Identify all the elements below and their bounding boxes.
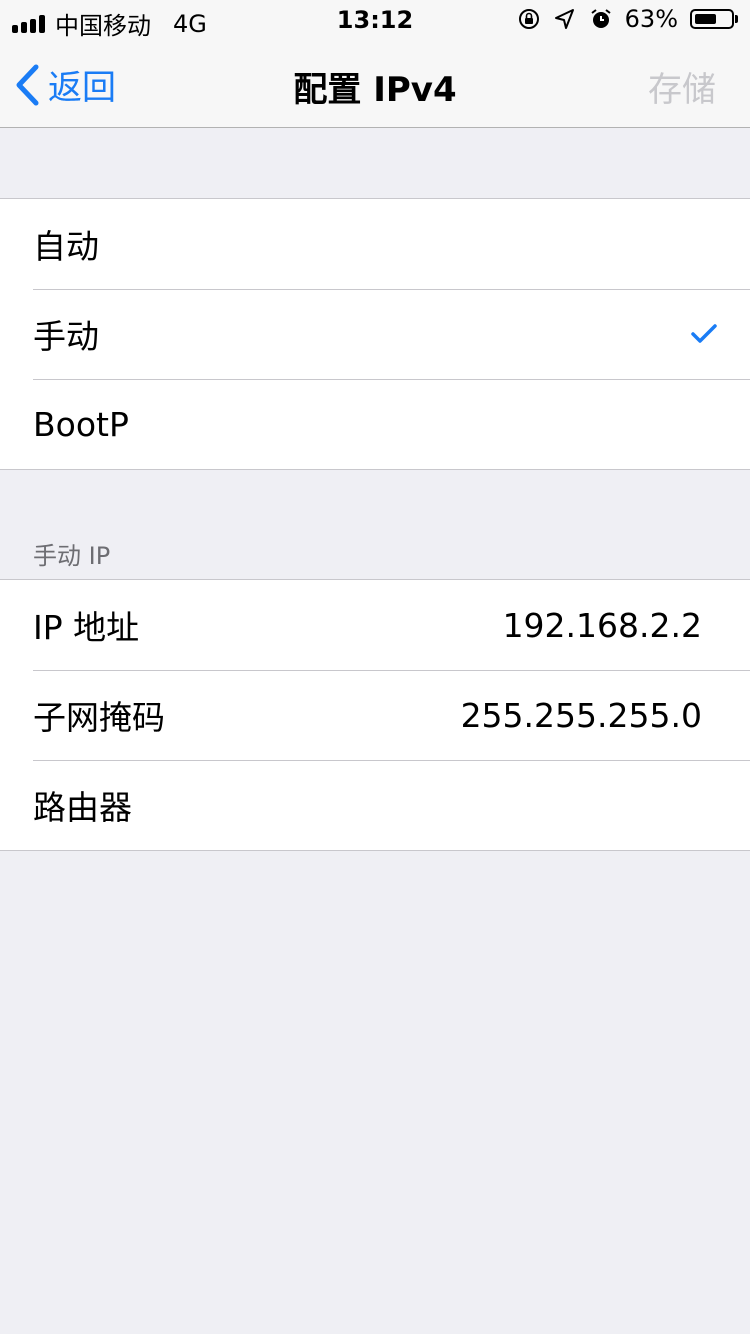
status-bar: 中国移动 4G 13:12 63% <box>0 0 750 40</box>
battery-icon <box>690 9 738 29</box>
location-icon <box>554 9 574 29</box>
option-label: BootP <box>33 404 129 444</box>
config-options-list: 自动 手动 BootP <box>0 198 750 470</box>
option-label: 手动 <box>33 317 99 356</box>
option-manual[interactable]: 手动 <box>0 289 750 379</box>
field-label: 子网掩码 <box>33 698 165 737</box>
field-label: 路由器 <box>33 788 132 827</box>
navigation-bar: 返回 配置 IPv4 存储 <box>0 40 750 128</box>
ip-address-row[interactable]: IP 地址 192.168.2.2 <box>0 580 750 670</box>
checkmark-icon <box>691 324 717 343</box>
option-auto[interactable]: 自动 <box>0 199 750 289</box>
rotation-lock-icon <box>518 9 539 29</box>
manual-ip-list: IP 地址 192.168.2.2 子网掩码 255.255.255.0 路由器 <box>0 579 750 851</box>
save-button[interactable]: 存储 <box>648 62 716 111</box>
router-row[interactable]: 路由器 <box>0 760 750 850</box>
field-label: IP 地址 <box>33 608 140 647</box>
battery-percent: 63% <box>624 5 678 33</box>
alarm-icon <box>591 9 611 28</box>
section-header-manual-ip: 手动 IP <box>33 542 111 570</box>
subnet-mask-row[interactable]: 子网掩码 255.255.255.0 <box>0 670 750 760</box>
page-title: 配置 IPv4 <box>293 70 457 110</box>
status-right: 63% <box>517 5 738 33</box>
option-label: 自动 <box>33 227 99 266</box>
option-bootp[interactable]: BootP <box>0 379 750 469</box>
subnet-mask-field[interactable]: 255.255.255.0 <box>461 696 702 735</box>
ip-address-field[interactable]: 192.168.2.2 <box>503 606 702 645</box>
